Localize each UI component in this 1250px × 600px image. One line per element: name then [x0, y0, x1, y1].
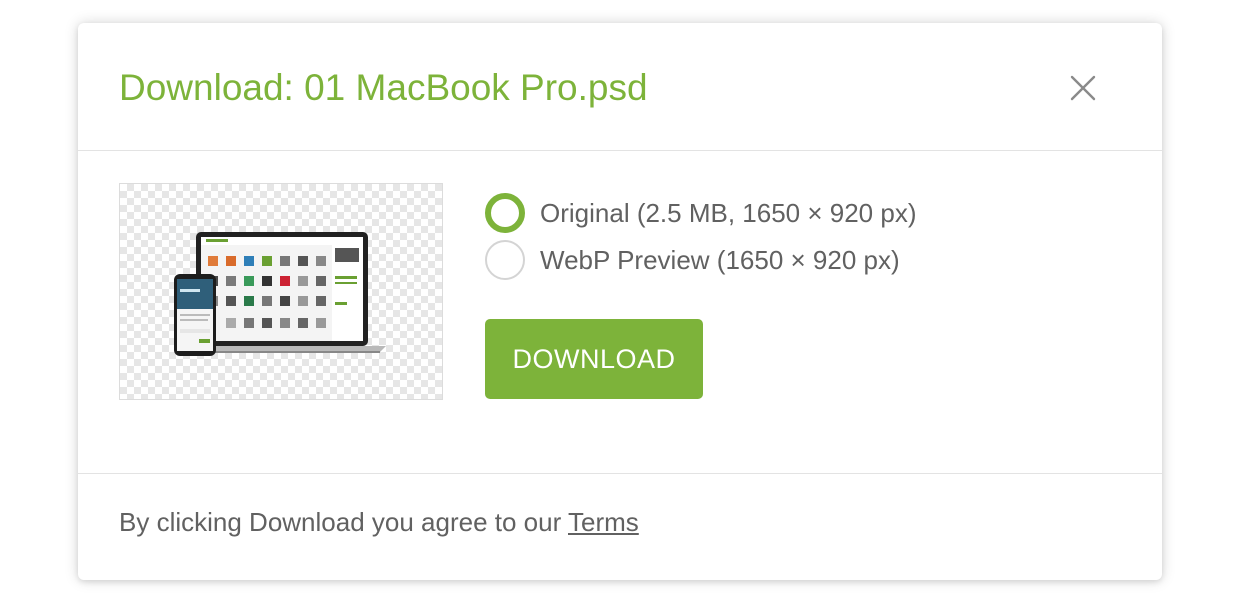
terms-notice-text: By clicking Download you agree to our [119, 507, 568, 537]
preview-thumbnail [119, 183, 443, 400]
option-webp-preview-label: WebP Preview (1650 × 920 px) [540, 244, 900, 275]
option-original-label: Original (2.5 MB, 1650 × 920 px) [540, 197, 917, 228]
download-button[interactable]: DOWNLOAD [485, 319, 703, 399]
terms-link[interactable]: Terms [568, 507, 639, 537]
close-icon [1070, 75, 1096, 101]
device-mockup-image [174, 232, 386, 356]
close-button[interactable] [1068, 73, 1098, 103]
dialog-body: Original (2.5 MB, 1650 × 920 px) WebP Pr… [78, 151, 1162, 474]
dialog-footer: By clicking Download you agree to our Te… [78, 474, 1162, 579]
option-webp-preview[interactable]: WebP Preview (1650 × 920 px) [485, 240, 916, 280]
dialog-header: Download: 01 MacBook Pro.psd [78, 23, 1162, 151]
radio-webp-preview[interactable] [485, 240, 525, 280]
dialog-title: Download: 01 MacBook Pro.psd [119, 67, 648, 108]
download-dialog: Download: 01 MacBook Pro.psd Original (2… [78, 23, 1162, 580]
option-original[interactable]: Original (2.5 MB, 1650 × 920 px) [485, 193, 916, 233]
format-options: Original (2.5 MB, 1650 × 920 px) WebP Pr… [485, 193, 916, 287]
radio-original[interactable] [485, 193, 525, 233]
terms-notice: By clicking Download you agree to our Te… [119, 507, 639, 538]
